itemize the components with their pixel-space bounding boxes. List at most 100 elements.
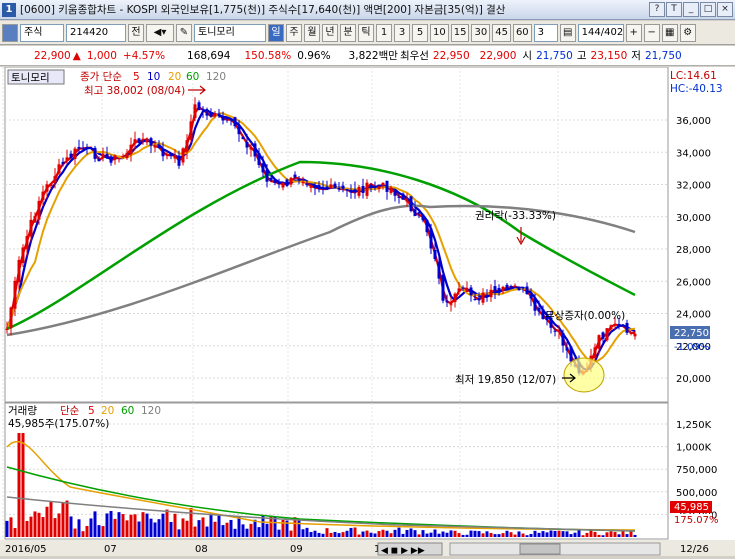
volume-bar [529, 533, 533, 537]
volume-bar [17, 433, 21, 537]
candle-body [133, 139, 137, 144]
volume-bar [5, 520, 9, 537]
interval-30[interactable]: 30 [471, 23, 491, 42]
minimize-button[interactable]: _ [683, 2, 699, 17]
period-day-tab[interactable]: 일 [268, 23, 284, 42]
period-tick-tab[interactable]: 틱 [358, 23, 374, 42]
candle-body [461, 287, 465, 289]
candle-body [317, 184, 321, 189]
candle-body [313, 186, 317, 189]
up-arrow-icon: ▲ [72, 49, 81, 62]
volume-bar [509, 532, 513, 537]
candle-body [377, 186, 381, 189]
volume-bar [181, 518, 185, 537]
candle-body [357, 186, 361, 196]
interval-1[interactable]: 1 [376, 23, 392, 42]
candle-body [21, 247, 25, 264]
ma-label-60: 60 [186, 71, 199, 83]
interval-60[interactable]: 60 [512, 23, 532, 42]
bonus-issue-annotation: 무상증자(0.00%) [545, 310, 625, 322]
window-number-badge: 1 [2, 2, 16, 17]
volume-bar [369, 532, 373, 537]
candle-body [301, 182, 305, 184]
candle-body [221, 116, 225, 121]
bookmark-icon[interactable]: ✎ [176, 23, 192, 42]
low-price: 21,750 [644, 49, 682, 62]
volume-bar [405, 529, 409, 537]
candle-body [565, 347, 569, 351]
volume-bar [153, 522, 157, 537]
stock-chart-svg[interactable]: 36,000 34,000 32,000 30,000 28,000 26,000 24,0… [0, 66, 735, 556]
period-month-tab[interactable]: 월 [304, 23, 320, 42]
prev-button[interactable]: 전 [128, 23, 144, 42]
volume-bar [257, 527, 261, 537]
interval-45[interactable]: 45 [492, 23, 511, 42]
price-tick-label: 24,000 [676, 310, 711, 321]
candle-body [245, 141, 249, 148]
volume-bar [49, 501, 53, 537]
low-label: 저 [631, 50, 641, 62]
period-year-tab[interactable]: 년 [322, 23, 338, 42]
candle-body [201, 108, 205, 111]
candle-body [9, 307, 13, 329]
candle-body [225, 117, 229, 119]
playback-icons[interactable]: ◀ ◼ ▶ ▶▶ [381, 546, 425, 556]
high-price: 23,150 [590, 49, 628, 62]
interval-5[interactable]: 5 [412, 23, 428, 42]
zoom-out-icon[interactable]: − [643, 23, 660, 42]
chart-type-icon[interactable]: ▤ [559, 23, 576, 42]
close-button[interactable]: × [717, 2, 733, 17]
maximize-button[interactable]: □ [700, 2, 716, 17]
candle-body [477, 297, 481, 301]
volume-bar [341, 532, 345, 537]
volume-bar [417, 534, 421, 537]
candle-body [29, 219, 33, 237]
market-select[interactable]: 주식 [20, 23, 64, 42]
speaker-icon[interactable]: ◀▾ [146, 23, 174, 42]
volume-bar [549, 530, 553, 537]
volume-bar [41, 517, 45, 537]
volume-bar [365, 530, 369, 537]
chart-menu-icon[interactable] [2, 23, 18, 42]
volume-tick-label: 500,000 [676, 488, 717, 499]
volume-bar [425, 533, 429, 537]
grid-icon[interactable]: ▦ [661, 23, 678, 42]
candle-body [49, 183, 53, 187]
current-price: 22,900 [34, 49, 71, 62]
volume-bar [533, 530, 537, 537]
count-select[interactable]: 3 [533, 23, 558, 42]
volume-bar [429, 532, 433, 537]
interval-15[interactable]: 15 [450, 23, 470, 42]
chart-area[interactable]: 36,000 34,000 32,000 30,000 28,000 26,000 24,0… [0, 66, 735, 556]
candle-body [489, 289, 493, 298]
volume-bar [241, 524, 245, 537]
candle-body [353, 189, 357, 193]
candle-body [77, 147, 81, 149]
settings-icon[interactable]: ⚙ [679, 23, 696, 42]
interval-3[interactable]: 3 [394, 23, 410, 42]
volume-bar [137, 521, 141, 537]
scroll-thumb[interactable] [519, 543, 561, 555]
text-button[interactable]: T [666, 2, 682, 17]
candle-body [193, 104, 197, 119]
help-button[interactable]: ? [649, 2, 665, 17]
zoom-in-icon[interactable]: + [625, 23, 642, 42]
volume-bar [93, 511, 97, 537]
period-week-tab[interactable]: 주 [286, 23, 302, 42]
volume-bar [29, 516, 33, 537]
volume-bar [329, 532, 333, 537]
low-highlight-circle [563, 357, 605, 393]
candle-body [209, 112, 213, 117]
interval-10[interactable]: 10 [430, 23, 449, 42]
paging-field[interactable]: 144/402 [577, 23, 624, 42]
candle-body [261, 163, 265, 173]
stock-code-input[interactable]: 214420 [66, 23, 126, 42]
period-minute-tab[interactable]: 분 [340, 23, 356, 42]
candle-body [145, 139, 149, 143]
max-price-label: 최고 38,002 (08/04) [84, 85, 185, 97]
min-price-label: 최저 19,850 (12/07) [455, 374, 556, 386]
volume-bar [613, 532, 617, 537]
candle-body [129, 144, 133, 155]
candle-body [345, 189, 349, 191]
candle-body [537, 307, 541, 312]
